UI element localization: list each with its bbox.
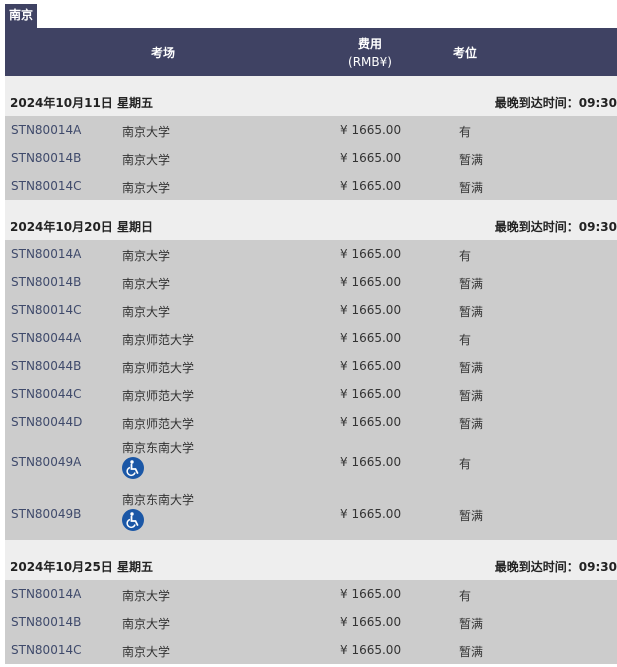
table-row: STN80014A 南京大学 ¥ 1665.00 有 <box>5 580 617 608</box>
test-center-code[interactable]: STN80044D <box>11 415 82 429</box>
seat-status: 暂满 <box>459 153 484 167</box>
venue-name: 南京大学 <box>122 645 171 659</box>
fee-amount: ¥ 1665.00 <box>340 151 402 165</box>
date-row: 2024年10月11日 星期五 最晚到达时间：09:30 <box>5 76 617 116</box>
seat-status: 暂满 <box>459 389 484 403</box>
table-row: STN80014A 南京大学 ¥ 1665.00 有 <box>5 240 617 268</box>
test-center-code[interactable]: STN80044C <box>11 387 81 401</box>
date-row: 2024年10月20日 星期日 最晚到达时间：09:30 <box>5 200 617 240</box>
seat-status: 暂满 <box>459 181 484 195</box>
venue-name: 南京师范大学 <box>122 389 195 403</box>
test-center-code[interactable]: STN80049B <box>11 507 81 521</box>
seat-status: 有 <box>459 333 472 347</box>
venue-name: 南京师范大学 <box>122 361 195 375</box>
test-center-code[interactable]: STN80014C <box>11 303 81 317</box>
seat-status: 暂满 <box>459 417 484 431</box>
header-fee-label: 费用 <box>357 37 382 51</box>
table-row: STN80044C 南京师范大学 ¥ 1665.00 暂满 <box>5 380 617 408</box>
venue-name: 南京师范大学 <box>122 333 195 347</box>
seat-status: 暂满 <box>459 509 484 523</box>
fee-amount: ¥ 1665.00 <box>340 643 402 657</box>
test-center-code[interactable]: STN80014B <box>11 151 81 165</box>
test-center-code[interactable]: STN80044A <box>11 331 81 345</box>
header-fee: 费用 (RMB¥) <box>340 35 400 71</box>
venue-name: 南京大学 <box>122 589 171 603</box>
seat-status: 有 <box>459 589 472 603</box>
exam-date: 2024年10月20日 星期日 <box>10 220 153 234</box>
fee-amount: ¥ 1665.00 <box>340 587 402 601</box>
table-row: STN80049B 南京东南大学 ¥ 1665.00 暂满 <box>5 488 617 540</box>
venue-name: 南京大学 <box>122 153 171 167</box>
fee-amount: ¥ 1665.00 <box>340 247 402 261</box>
venue-name: 南京大学 <box>122 125 171 139</box>
schedule-table: 2024年10月11日 星期五 最晚到达时间：09:30 STN80014A 南京大学… <box>5 76 617 664</box>
test-center-code[interactable]: STN80044B <box>11 359 81 373</box>
exam-date: 2024年10月25日 星期五 <box>10 560 153 574</box>
fee-amount: ¥ 1665.00 <box>340 615 402 629</box>
fee-amount: ¥ 1665.00 <box>340 123 402 137</box>
seat-status: 暂满 <box>459 645 484 659</box>
test-center-code[interactable]: STN80014C <box>11 179 81 193</box>
fee-amount: ¥ 1665.00 <box>340 275 402 289</box>
seat-status: 暂满 <box>459 617 484 631</box>
venue-name: 南京大学 <box>122 249 171 263</box>
fee-amount: ¥ 1665.00 <box>340 507 402 521</box>
header-fee-currency: (RMB¥) <box>348 55 392 69</box>
latest-arrival-time: 最晚到达时间：09:30 <box>494 560 617 574</box>
wheelchair-icon <box>122 509 144 531</box>
seat-status: 暂满 <box>459 305 484 319</box>
table-row: STN80049A 南京东南大学 ¥ 1665.00 有 <box>5 436 617 488</box>
venue-name: 南京大学 <box>122 181 171 195</box>
latest-arrival-time: 最晚到达时间：09:30 <box>494 220 617 234</box>
test-center-code[interactable]: STN80014B <box>11 275 81 289</box>
test-center-code[interactable]: STN80014A <box>11 587 81 601</box>
table-row: STN80014B 南京大学 ¥ 1665.00 暂满 <box>5 268 617 296</box>
venue-name: 南京大学 <box>122 617 171 631</box>
venue-name: 南京师范大学 <box>122 417 195 431</box>
table-row: STN80044B 南京师范大学 ¥ 1665.00 暂满 <box>5 352 617 380</box>
seat-status: 暂满 <box>459 361 484 375</box>
seat-status: 有 <box>459 125 472 139</box>
test-center-code[interactable]: STN80014C <box>11 643 81 657</box>
table-row: STN80014C 南京大学 ¥ 1665.00 暂满 <box>5 636 617 664</box>
venue-name: 南京东南大学 <box>122 441 195 455</box>
latest-arrival-time: 最晚到达时间：09:30 <box>494 96 617 110</box>
seat-status: 有 <box>459 457 472 471</box>
fee-amount: ¥ 1665.00 <box>340 455 402 469</box>
fee-amount: ¥ 1665.00 <box>340 387 402 401</box>
test-center-code[interactable]: STN80014B <box>11 615 81 629</box>
wheelchair-icon <box>122 457 144 479</box>
venue-name: 南京大学 <box>122 305 171 319</box>
venue-name: 南京大学 <box>122 277 171 291</box>
date-row: 2024年10月25日 星期五 最晚到达时间：09:30 <box>5 540 617 580</box>
seat-status: 有 <box>459 249 472 263</box>
table-row: STN80014B 南京大学 ¥ 1665.00 暂满 <box>5 144 617 172</box>
table-row: STN80014C 南京大学 ¥ 1665.00 暂满 <box>5 172 617 200</box>
table-row: STN80044A 南京师范大学 ¥ 1665.00 有 <box>5 324 617 352</box>
table-row: STN80044D 南京师范大学 ¥ 1665.00 暂满 <box>5 408 617 436</box>
fee-amount: ¥ 1665.00 <box>340 415 402 429</box>
seat-status: 暂满 <box>459 277 484 291</box>
fee-amount: ¥ 1665.00 <box>340 359 402 373</box>
table-row: STN80014A 南京大学 ¥ 1665.00 有 <box>5 116 617 144</box>
test-center-code[interactable]: STN80014A <box>11 123 81 137</box>
fee-amount: ¥ 1665.00 <box>340 179 402 193</box>
fee-amount: ¥ 1665.00 <box>340 303 402 317</box>
table-row: STN80014B 南京大学 ¥ 1665.00 暂满 <box>5 608 617 636</box>
header-seat: 考位 <box>453 46 478 60</box>
table-header: 考场 费用 (RMB¥) 考位 <box>5 28 617 76</box>
test-center-code[interactable]: STN80014A <box>11 247 81 261</box>
city-tag: 南京 <box>5 4 38 28</box>
exam-date: 2024年10月11日 星期五 <box>10 96 153 110</box>
header-venue: 考场 <box>151 46 176 60</box>
fee-amount: ¥ 1665.00 <box>340 331 402 345</box>
table-row: STN80014C 南京大学 ¥ 1665.00 暂满 <box>5 296 617 324</box>
venue-name: 南京东南大学 <box>122 493 195 507</box>
test-center-code[interactable]: STN80049A <box>11 455 81 469</box>
